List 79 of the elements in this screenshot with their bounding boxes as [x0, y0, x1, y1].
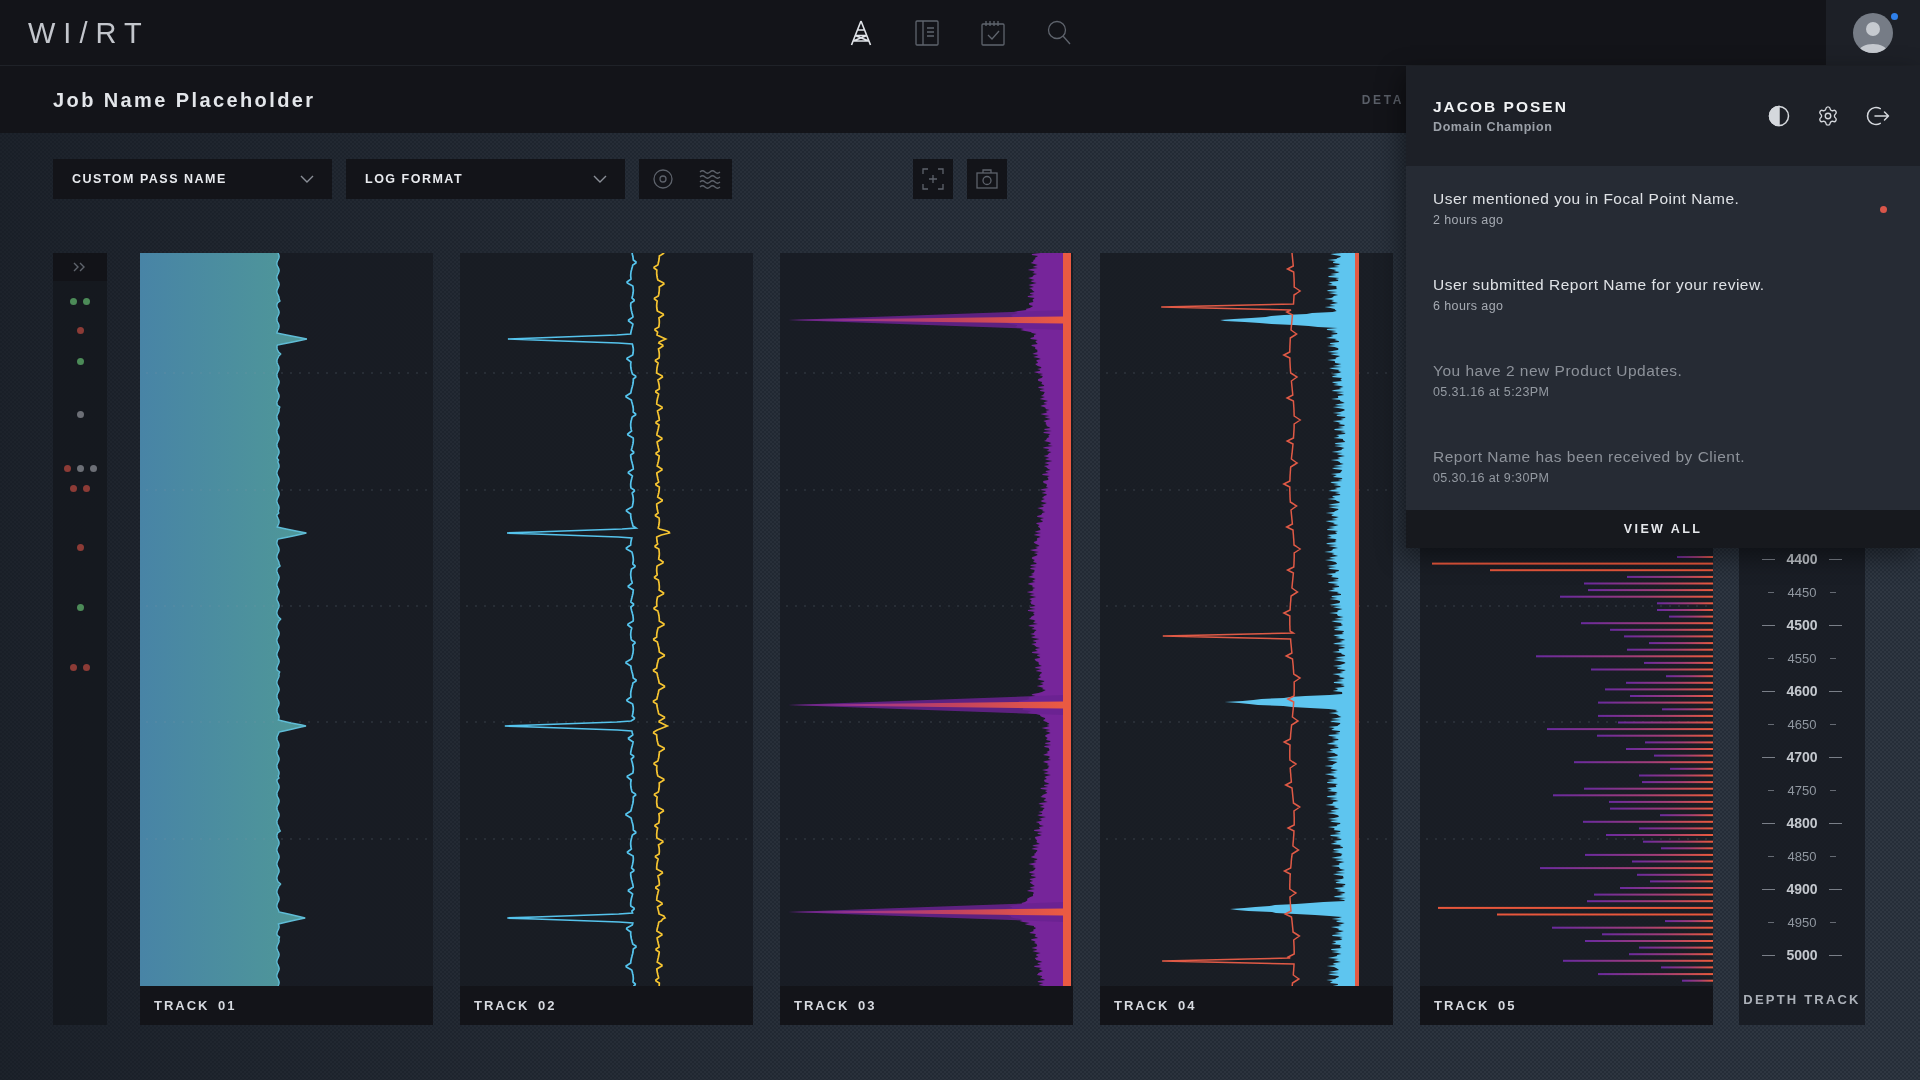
tick-mark	[1768, 856, 1774, 857]
tick-mark	[1762, 559, 1775, 560]
depth-label: 4550	[1786, 651, 1818, 666]
track-label: TRACK 03	[780, 986, 1073, 1025]
depth-label: 4850	[1786, 849, 1818, 864]
track-label: TRACK 01	[140, 986, 433, 1025]
tick-mark	[1829, 559, 1842, 560]
notification-text[interactable]: User submitted Report Name for your review.	[1433, 276, 1765, 294]
chevrons-right-icon	[73, 262, 87, 272]
depth-label: 4400	[1785, 552, 1819, 567]
profile-button[interactable]	[1826, 0, 1920, 65]
tick-mark	[1830, 922, 1836, 923]
snapshot-button[interactable]	[967, 159, 1007, 199]
derrick-icon[interactable]	[848, 18, 874, 47]
track-label: TRACK 04	[1100, 986, 1393, 1025]
tick-mark	[1762, 889, 1775, 890]
notification-text[interactable]: You have 2 new Product Updates.	[1433, 362, 1683, 380]
contrast-icon[interactable]	[1768, 105, 1790, 127]
tick-mark	[1768, 790, 1774, 791]
view-all-button[interactable]: VIEW ALL	[1406, 510, 1920, 548]
logout-icon[interactable]	[1866, 105, 1890, 127]
depth-label: 4900	[1785, 882, 1819, 897]
waves-icon[interactable]	[699, 169, 721, 189]
depth-track-title: DEPTH TRACK	[1742, 992, 1862, 1008]
tick-mark	[1762, 757, 1775, 758]
depth-label: 4750	[1786, 783, 1818, 798]
tick-mark	[1829, 625, 1842, 626]
track-label: TRACK 05	[1420, 986, 1713, 1025]
tick-mark	[1830, 592, 1836, 593]
document-icon[interactable]	[914, 18, 940, 47]
tick-mark	[1768, 592, 1774, 593]
notification-time: 2 hours ago	[1433, 212, 1505, 228]
dropdown[interactable]: LOG FORMAT	[346, 159, 625, 199]
job-title: Job Name Placeholder	[53, 87, 316, 112]
notification-time: 05.31.16 at 5:23PM	[1433, 384, 1551, 400]
tick-mark	[1768, 658, 1774, 659]
expand-button[interactable]	[53, 253, 107, 281]
depth-label: 4600	[1785, 684, 1819, 699]
app-logo: WI/RT	[28, 15, 150, 50]
frame-plus-icon	[922, 168, 944, 190]
tick-mark	[1762, 625, 1775, 626]
tick-mark	[1829, 823, 1842, 824]
depth-label: 4950	[1786, 915, 1818, 930]
settings-icon[interactable]	[1817, 105, 1839, 127]
tick-mark	[1762, 823, 1775, 824]
avatar-icon	[1853, 12, 1893, 53]
notification-time: 05.30.16 at 9:30PM	[1433, 470, 1551, 486]
notification-time: 6 hours ago	[1433, 298, 1505, 314]
depth-label: 4700	[1785, 750, 1819, 765]
tick-mark	[1762, 955, 1775, 956]
tick-mark	[1829, 955, 1842, 956]
target-icon[interactable]	[653, 169, 673, 189]
user-role: Domain Champion	[1433, 118, 1554, 135]
tick-mark	[1830, 724, 1836, 725]
tick-mark	[1829, 691, 1842, 692]
depth-label: 4650	[1786, 717, 1818, 732]
focus-button[interactable]	[913, 159, 953, 199]
dropdown[interactable]: CUSTOM PASS NAME	[53, 159, 332, 199]
camera-icon	[976, 169, 998, 189]
checklist-icon[interactable]	[980, 18, 1006, 47]
search-icon[interactable]	[1046, 18, 1072, 47]
tick-mark	[1830, 790, 1836, 791]
chevron-down-icon	[593, 175, 607, 183]
notification-text[interactable]: User mentioned you in Focal Point Name.	[1433, 190, 1740, 208]
depth-label: 4800	[1785, 816, 1819, 831]
tick-mark	[1829, 757, 1842, 758]
tick-mark	[1830, 856, 1836, 857]
user-name: JACOB POSEN	[1433, 97, 1568, 116]
track-label: TRACK 02	[460, 986, 753, 1025]
notification-text[interactable]: Report Name has been received by Client.	[1433, 448, 1746, 466]
tick-mark	[1829, 889, 1842, 890]
tick-mark	[1768, 922, 1774, 923]
depth-label: 4450	[1786, 585, 1818, 600]
depth-label: 4500	[1785, 618, 1819, 633]
depth-label: 5000	[1785, 948, 1819, 963]
chevron-down-icon	[300, 175, 314, 183]
tick-mark	[1762, 691, 1775, 692]
tick-mark	[1768, 724, 1774, 725]
tick-mark	[1830, 658, 1836, 659]
